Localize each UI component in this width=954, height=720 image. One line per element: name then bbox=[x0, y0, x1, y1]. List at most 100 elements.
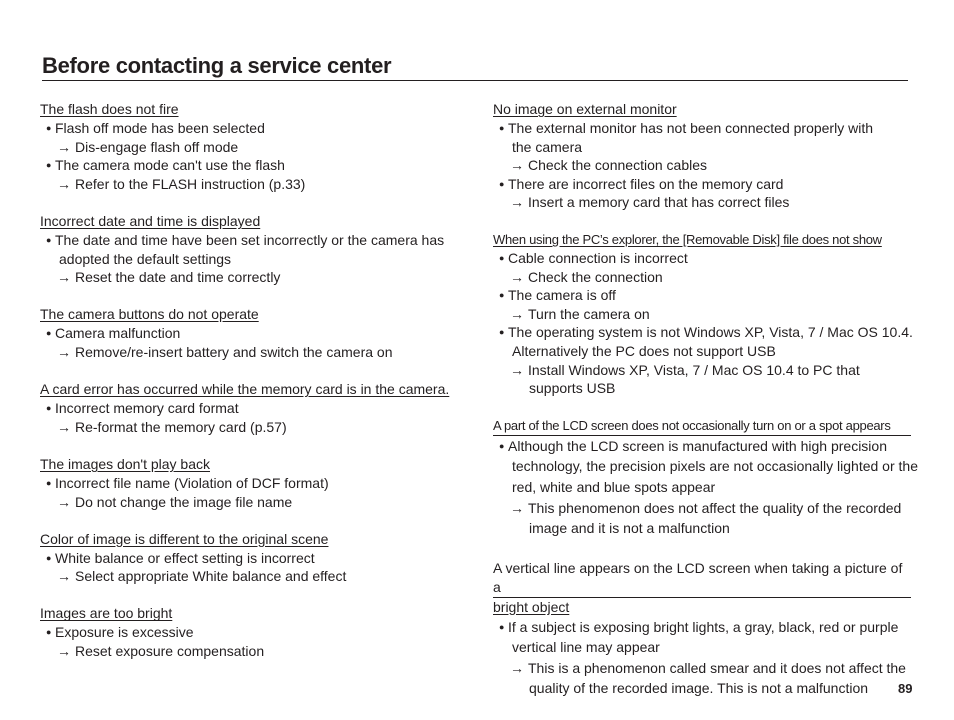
section-title: The images don't play back bbox=[40, 455, 210, 472]
cause-item: ● Cable connection is incorrect bbox=[493, 249, 911, 268]
cause-text: There are incorrect files on the memory … bbox=[508, 175, 784, 192]
right-column: No image on external monitor ● The externa… bbox=[493, 100, 918, 699]
section-title: The camera buttons do not operate bbox=[40, 306, 259, 323]
arrow-right-icon: → bbox=[510, 157, 524, 174]
remedy-item: → Refer to the FLASH instruction (p.33) bbox=[40, 175, 470, 194]
section-title-continued: bright object bbox=[493, 598, 570, 615]
remedy-item: → Check the connection bbox=[493, 268, 911, 287]
troubleshoot-section: Images are too bright ● Exposure is excess… bbox=[40, 604, 470, 660]
troubleshoot-section: The camera buttons do not operate ● Camera… bbox=[40, 305, 470, 361]
bullet-icon: ● bbox=[46, 403, 52, 414]
remedy-text: quality of the recorded image. This is n… bbox=[529, 680, 869, 697]
bullet-icon: ● bbox=[499, 178, 505, 189]
section-title: A part of the LCD screen does not occasi… bbox=[493, 416, 911, 436]
cause-continued: red, white and blue spots appear bbox=[493, 477, 911, 498]
cause-text: The operating system is not Windows XP, … bbox=[508, 324, 913, 341]
cause-text: Exposure is excessive bbox=[55, 624, 194, 641]
remedy-item: → Select appropriate White balance and ef… bbox=[40, 567, 470, 586]
arrow-right-icon: → bbox=[57, 643, 71, 660]
cause-item: ● Flash off mode has been selected bbox=[40, 119, 470, 138]
remedy-text: Turn the camera on bbox=[528, 305, 650, 322]
cause-continued: the camera bbox=[493, 138, 911, 157]
remedy-text: image and it is not a malfunction bbox=[529, 520, 730, 537]
cause-text: Cable connection is incorrect bbox=[508, 249, 688, 266]
cause-text: technology, the precision pixels are not… bbox=[512, 458, 918, 475]
bullet-icon: ● bbox=[46, 552, 52, 563]
remedy-text: Insert a memory card that has correct fi… bbox=[528, 194, 790, 211]
cause-item: ● The camera is off bbox=[493, 286, 911, 305]
troubleshoot-section: A part of the LCD screen does not occasi… bbox=[493, 416, 918, 539]
arrow-right-icon: → bbox=[510, 659, 524, 676]
remedy-item: → Re-format the memory card (p.57) bbox=[40, 418, 470, 437]
arrow-right-icon: → bbox=[57, 269, 71, 286]
remedy-text: supports USB bbox=[529, 380, 616, 397]
cause-text: the camera bbox=[512, 138, 583, 155]
cause-item: ● If a subject is exposing bright lights,… bbox=[493, 617, 911, 638]
remedy-continued: quality of the recorded image. This is n… bbox=[493, 678, 911, 699]
arrow-right-icon: → bbox=[57, 138, 71, 155]
arrow-right-icon: → bbox=[57, 175, 71, 192]
arrow-right-icon: → bbox=[57, 493, 71, 510]
cause-continued: adopted the default settings bbox=[40, 250, 470, 269]
cause-text: Incorrect memory card format bbox=[55, 400, 239, 417]
remedy-text: Do not change the image file name bbox=[75, 493, 293, 510]
arrow-right-icon: → bbox=[57, 418, 71, 435]
remedy-text: Remove/re-insert battery and switch the … bbox=[75, 343, 393, 360]
bullet-icon: ● bbox=[499, 123, 505, 133]
section-title: When using the PC’s explorer, the [Remov… bbox=[493, 231, 882, 247]
remedy-item: → Check the connection cables bbox=[493, 156, 911, 175]
bullet-icon: ● bbox=[499, 621, 505, 632]
remedy-item: → This is a phenomenon called smear and i… bbox=[493, 658, 911, 679]
bullet-icon: ● bbox=[46, 123, 52, 133]
cause-item: ● White balance or effect setting is inco… bbox=[40, 549, 470, 568]
cause-text: vertical line may appear bbox=[512, 639, 660, 656]
cause-text: The camera mode can't use the flash bbox=[55, 157, 285, 174]
cause-text: red, white and blue spots appear bbox=[512, 478, 716, 495]
troubleshoot-section: The images don't play back ● Incorrect fil… bbox=[40, 455, 470, 511]
troubleshoot-section: No image on external monitor ● The externa… bbox=[493, 100, 911, 212]
cause-text: Flash off mode has been selected bbox=[55, 120, 265, 136]
page-number: 89 bbox=[898, 681, 913, 696]
remedy-item: → This phenomenon does not affect the qua… bbox=[493, 498, 911, 519]
cause-item: ● The date and time have been set incorre… bbox=[40, 231, 470, 250]
remedy-continued: supports USB bbox=[493, 379, 911, 398]
remedy-item: → Reset the date and time correctly bbox=[40, 268, 470, 287]
arrow-right-icon: → bbox=[57, 568, 71, 585]
bullet-icon: ● bbox=[46, 160, 52, 171]
remedy-text: Refer to the FLASH instruction (p.33) bbox=[75, 175, 306, 192]
bullet-icon: ● bbox=[46, 477, 52, 488]
arrow-right-icon: → bbox=[510, 499, 524, 516]
cause-text: adopted the default settings bbox=[59, 250, 232, 267]
section-title: No image on external monitor bbox=[493, 101, 677, 117]
cause-text: White balance or effect setting is incor… bbox=[55, 549, 315, 566]
remedy-text: Re-format the memory card (p.57) bbox=[75, 418, 287, 435]
cause-item: ● Incorrect memory card format bbox=[40, 399, 470, 418]
remedy-item: → Do not change the image file name bbox=[40, 493, 470, 512]
bullet-icon: ● bbox=[499, 440, 505, 451]
remedy-text: Dis-engage flash off mode bbox=[75, 138, 239, 155]
bullet-icon: ● bbox=[499, 327, 505, 338]
cause-item: ● Although the LCD screen is manufactured… bbox=[493, 436, 911, 457]
section-title: A card error has occurred while the memo… bbox=[40, 381, 450, 398]
remedy-item: → Remove/re-insert battery and switch the… bbox=[40, 343, 470, 362]
troubleshoot-section: A card error has occurred while the memo… bbox=[40, 380, 470, 436]
remedy-continued: image and it is not a malfunction bbox=[493, 518, 911, 539]
bullet-icon: ● bbox=[46, 627, 52, 638]
remedy-text: This is a phenomenon called smear and it… bbox=[528, 659, 906, 676]
remedy-item: → Turn the camera on bbox=[493, 305, 911, 324]
cause-item: ● The camera mode can't use the flash bbox=[40, 156, 470, 175]
cause-item: ● The external monitor has not been conne… bbox=[493, 119, 911, 138]
section-title: Color of image is different to the origi… bbox=[40, 530, 329, 547]
cause-continued: technology, the precision pixels are not… bbox=[493, 456, 918, 477]
remedy-text: Check the connection bbox=[528, 268, 663, 285]
remedy-text: Check the connection cables bbox=[528, 157, 707, 174]
cause-item: ● Camera malfunction bbox=[40, 324, 470, 343]
cause-text: Camera malfunction bbox=[55, 325, 181, 342]
section-title: Incorrect date and time is displayed bbox=[40, 212, 261, 229]
bullet-icon: ● bbox=[499, 290, 505, 301]
remedy-text: Reset exposure compensation bbox=[75, 643, 265, 660]
cause-text: The camera is off bbox=[508, 287, 616, 304]
troubleshoot-section: A vertical line appears on the LCD scree… bbox=[493, 559, 911, 699]
bullet-icon: ● bbox=[499, 252, 505, 263]
remedy-item: → Insert a memory card that has correct f… bbox=[493, 193, 911, 212]
